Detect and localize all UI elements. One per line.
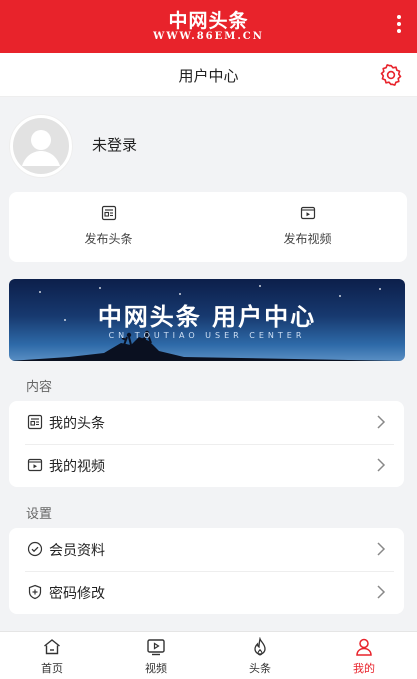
video-icon: [27, 458, 43, 472]
member-profile-label: 会员资料: [49, 543, 105, 559]
video-icon: [300, 206, 315, 220]
publish-article-button[interactable]: 发布头条: [9, 192, 208, 262]
login-status[interactable]: 未登录: [92, 134, 137, 155]
my-videos-item[interactable]: 我的视频: [9, 444, 404, 487]
title-bar: 用户中心: [0, 53, 417, 97]
member-profile-item[interactable]: 会员资料: [9, 528, 404, 572]
chevron-right-icon: [377, 542, 386, 556]
publish-video-button[interactable]: 发布视频: [208, 192, 407, 262]
flame-icon: [254, 637, 266, 656]
content-section-label: 内容: [26, 380, 53, 395]
article-icon: [101, 205, 116, 221]
content-card: 我的头条 我的视频: [9, 401, 404, 487]
logo-subtitle: WWW.86EM.CN: [153, 31, 264, 42]
chevron-right-icon: [377, 415, 386, 429]
profile-section[interactable]: 未登录: [0, 97, 417, 189]
settings-section-label: 设置: [26, 507, 53, 522]
tab-home[interactable]: 首页: [0, 632, 104, 679]
settings-card: 会员资料 密码修改: [9, 528, 404, 614]
app-header: 中网头条 WWW.86EM.CN: [0, 0, 417, 53]
default-avatar-icon[interactable]: [10, 115, 72, 177]
tab-headlines-label: 头条: [249, 662, 271, 675]
publish-video-label: 发布视频: [283, 232, 332, 246]
shield-plus-icon: [28, 584, 42, 600]
tab-headlines[interactable]: 头条: [208, 632, 312, 679]
change-password-item[interactable]: 密码修改: [9, 571, 404, 614]
bottom-tab-bar: 首页 视频 头条 我的: [0, 631, 417, 679]
banner-subtitle: CN TOUTIAO USER CENTER: [108, 331, 306, 340]
user-icon: [356, 638, 372, 656]
gear-icon[interactable]: [379, 63, 403, 87]
chevron-right-icon: [377, 585, 386, 599]
page-title: 用户中心: [178, 67, 239, 85]
tab-mine-label: 我的: [353, 662, 375, 675]
my-videos-label: 我的视频: [49, 459, 105, 475]
my-articles-item[interactable]: 我的头条: [9, 401, 404, 445]
banner-title: 中网头条 用户中心: [97, 302, 317, 331]
play-icon: [147, 639, 165, 656]
tab-home-label: 首页: [41, 662, 63, 675]
chevron-right-icon: [377, 458, 386, 472]
article-icon: [27, 414, 43, 430]
tab-video-label: 视频: [145, 662, 167, 675]
tab-mine[interactable]: 我的: [312, 632, 416, 679]
check-circle-icon: [27, 541, 43, 557]
change-password-label: 密码修改: [49, 586, 105, 602]
user-center-banner: 中网头条 用户中心 CN TOUTIAO USER CENTER: [9, 279, 405, 361]
home-icon: [44, 639, 60, 655]
more-vertical-icon[interactable]: [393, 15, 405, 39]
publish-actions: 发布头条 发布视频: [9, 192, 407, 262]
my-articles-label: 我的头条: [49, 416, 105, 432]
tab-video[interactable]: 视频: [104, 632, 208, 679]
logo-title: 中网头条: [168, 10, 249, 32]
publish-article-label: 发布头条: [84, 232, 133, 246]
